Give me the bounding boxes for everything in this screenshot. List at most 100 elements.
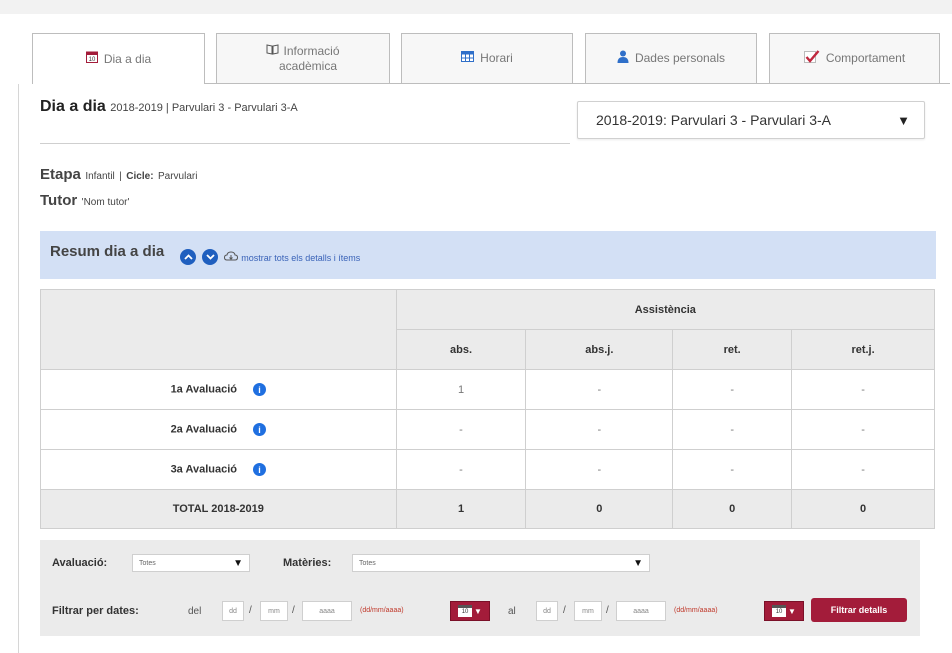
cicle-value: Parvulari <box>157 171 198 182</box>
avaluacio-value: Totes <box>139 559 156 567</box>
resum-title: Resum dia a dia <box>50 242 165 260</box>
etapa-value: Infantil <box>85 171 115 182</box>
avaluacio-label: Avaluació: <box>52 557 108 569</box>
date-format-hint: (dd/mm/aaaa) <box>360 607 404 614</box>
row-label-cell: 2a Avaluació i <box>40 409 397 450</box>
date-to-calendar-button[interactable]: 10 ▼ <box>764 601 804 621</box>
column-header-ret: ret. <box>672 329 793 370</box>
date-to-day[interactable]: dd <box>536 601 558 621</box>
date-to-label: al <box>508 606 516 617</box>
attendance-table: Assistència abs. abs.j. ret. ret.j. 1a A… <box>40 289 936 529</box>
table-cell: - <box>525 409 674 450</box>
date-from-day[interactable]: dd <box>222 601 244 621</box>
table-cell: - <box>791 449 935 490</box>
resum-header: Resum dia a dia mostrar tots els detalls… <box>40 231 936 279</box>
tab-label-line: Informació <box>283 43 340 58</box>
date-from-month[interactable]: mm <box>260 601 288 621</box>
table-row: 1a Avaluació i 1 - - - <box>40 369 935 410</box>
tab-dades-personals[interactable]: Dades personals <box>585 33 757 83</box>
chevron-down-icon: ▼ <box>897 112 910 128</box>
dates-label: Filtrar per dates: <box>52 605 139 617</box>
total-cell: 0 <box>525 489 674 529</box>
tab-label: Horari <box>480 51 513 65</box>
materies-value: Totes <box>359 559 376 567</box>
table-cell: - <box>672 449 793 490</box>
table-corner-cell <box>40 289 397 370</box>
page-title: Dia a dia <box>40 98 106 115</box>
date-separator: / <box>563 605 566 616</box>
table-cell: - <box>672 409 793 450</box>
schedule-icon <box>461 51 475 66</box>
course-select[interactable]: 2018-2019: Parvulari 3 - Parvulari 3-A ▼ <box>577 101 925 139</box>
page-heading: Dia a dia 2018-2019 | Parvulari 3 - Parv… <box>40 98 298 116</box>
calendar-day: 10 <box>88 57 95 63</box>
table-row: 3a Avaluació i - - - - <box>40 449 935 490</box>
row-label-cell: 3a Avaluació i <box>40 449 397 490</box>
chevron-down-icon[interactable] <box>202 249 219 265</box>
table-cell: - <box>395 409 527 450</box>
total-cell: 0 <box>672 489 793 529</box>
materies-select[interactable]: Totes ▼ <box>352 554 650 572</box>
info-icon[interactable]: i <box>253 463 267 476</box>
tab-comportament[interactable]: Comportament <box>769 33 940 83</box>
table-group-header-row: Assistència <box>40 289 936 370</box>
table-cell: - <box>791 409 935 450</box>
filter-details-button[interactable]: Filtrar detalls <box>811 598 907 622</box>
tutor-value: 'Nom tutor' <box>81 197 130 208</box>
assistencia-header: Assistència <box>395 289 936 330</box>
total-cell: 1 <box>395 489 527 529</box>
tab-label: Informació <box>283 44 339 59</box>
person-icon <box>617 50 629 67</box>
date-from-calendar-button[interactable]: 10 ▼ <box>450 601 490 621</box>
etapa-separator: | <box>119 171 122 182</box>
info-icon[interactable]: i <box>253 383 267 396</box>
table-cell: - <box>525 369 674 410</box>
total-label: TOTAL 2018-2019 <box>40 489 397 529</box>
filter-panel: Avaluació: Totes ▼ Matèries: Totes ▼ Fil… <box>40 540 920 636</box>
tab-label: Dia a dia <box>103 51 152 66</box>
tab-label: Dades personals <box>634 51 726 65</box>
table-cell: - <box>672 369 793 410</box>
dropdown-arrow-icon: ▼ <box>788 606 796 616</box>
avaluacio-select[interactable]: Totes ▼ <box>132 554 250 572</box>
total-cell: 0 <box>791 489 935 529</box>
row-label: 3a Avaluació <box>170 463 238 476</box>
row-label: 2a Avaluació <box>170 423 238 436</box>
tutor-row: Tutor 'Nom tutor' <box>40 192 129 210</box>
table-cell: - <box>395 449 527 490</box>
date-from-year[interactable]: aaaa <box>302 601 352 621</box>
table-cell: 1 <box>395 369 527 410</box>
row-label: 1a Avaluació <box>170 383 238 396</box>
column-header-abs-j: abs.j. <box>525 329 674 370</box>
column-header-abs: abs. <box>395 329 527 370</box>
table-cell: - <box>525 449 674 490</box>
cicle-label: Cicle: <box>126 171 154 182</box>
tab-label: Comportament <box>825 51 906 65</box>
dropdown-arrow-icon: ▼ <box>633 557 643 569</box>
tab-dia-a-dia[interactable]: 10 Dia a dia <box>32 33 205 84</box>
table-cell: - <box>791 369 935 410</box>
cloud-download-icon[interactable] <box>224 250 239 264</box>
row-label-cell: 1a Avaluació i <box>40 369 397 410</box>
tab-horari[interactable]: Horari <box>401 33 573 83</box>
dropdown-arrow-icon: ▼ <box>233 557 243 569</box>
date-separator: / <box>249 605 252 616</box>
dropdown-arrow-icon: ▼ <box>474 606 482 616</box>
show-all-details-link[interactable]: mostrar tots els detalls i ítems <box>241 253 360 263</box>
etapa-row: Etapa Infantil | Cicle: Parvulari <box>40 166 197 184</box>
chevron-up-icon[interactable] <box>180 249 197 265</box>
date-separator: / <box>606 605 609 616</box>
etapa-label: Etapa <box>40 166 81 183</box>
calendar-icon: 10 <box>772 605 787 617</box>
tab-informacio-academica[interactable]: Informació acadèmica <box>216 33 390 83</box>
date-format-hint: (dd/mm/aaaa) <box>674 607 718 614</box>
course-select-value: 2018-2019: Parvulari 3 - Parvulari 3-A <box>596 112 832 128</box>
table-total-row: TOTAL 2018-2019 1 0 0 0 <box>40 489 935 529</box>
book-icon <box>266 43 279 59</box>
date-to-year[interactable]: aaaa <box>616 601 666 621</box>
calendar-icon: 10 <box>458 605 473 617</box>
page-subtitle: 2018-2019 | Parvulari 3 - Parvulari 3-A <box>110 102 298 114</box>
info-icon[interactable]: i <box>253 423 267 436</box>
date-to-month[interactable]: mm <box>574 601 602 621</box>
tutor-label: Tutor <box>40 192 78 209</box>
